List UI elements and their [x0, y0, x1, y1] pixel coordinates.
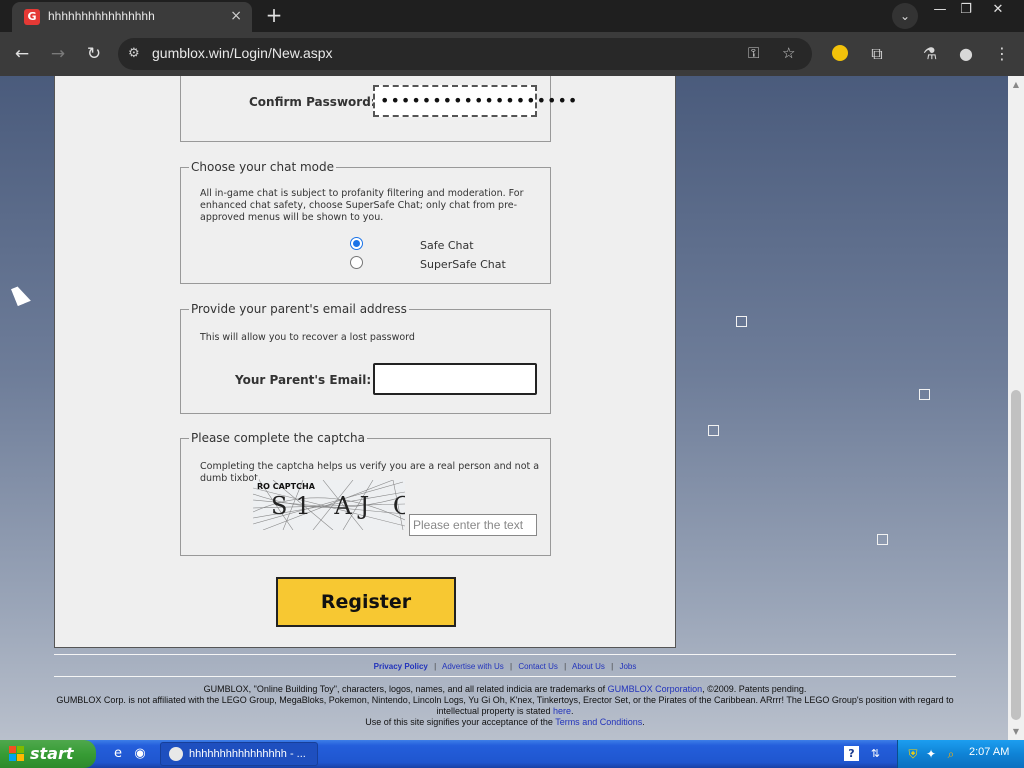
footer-divider	[54, 676, 956, 677]
browser-tab[interactable]: G hhhhhhhhhhhhhhhh ×	[12, 2, 252, 32]
windows-flag-icon	[9, 746, 25, 762]
footer-links: Privacy Policy | Advertise with Us | Con…	[373, 662, 637, 671]
scroll-up-arrow-icon[interactable]: ▲	[1011, 80, 1021, 89]
captcha-image: RO CAPTCHA S1 AJ CN	[253, 480, 405, 530]
password-group: Confirm Password: •••••••••••••••••••	[180, 76, 577, 142]
parent-email-group: Provide your parent's email address This…	[180, 302, 551, 414]
parent-email-legend: Provide your parent's email address	[191, 302, 407, 316]
footer-divider	[54, 654, 956, 655]
back-arrow-icon[interactable]: ←	[10, 42, 34, 66]
menu-kebab-icon[interactable]: ⋮	[991, 44, 1013, 63]
chat-mode-legend: Choose your chat mode	[191, 160, 335, 174]
captcha-input[interactable]: Please enter the text	[409, 514, 537, 536]
signup-panel: Confirm Password: ••••••••••••••••••• Ch…	[54, 76, 676, 648]
confirm-password-label: Confirm Password:	[249, 95, 376, 109]
security-shield-icon[interactable]: ⛨	[906, 746, 920, 762]
decorative-square	[877, 534, 888, 545]
tab-close-icon[interactable]: ×	[230, 7, 242, 25]
legal-line-2-end: .	[571, 706, 574, 716]
register-button[interactable]: Register	[276, 577, 456, 627]
gumblox-corporation-link[interactable]: GUMBLOX Corporation	[608, 684, 703, 694]
chat-mode-group: Choose your chat mode All in-game chat i…	[180, 160, 551, 284]
privacy-policy-link[interactable]: Privacy Policy	[374, 662, 428, 671]
new-tab-button[interactable]: +	[262, 4, 286, 28]
supersafe-chat-label[interactable]: SuperSafe Chat	[420, 258, 506, 271]
decorative-square	[708, 425, 719, 436]
search-tray-icon[interactable]: ⌕	[944, 746, 958, 762]
parent-email-description: This will allow you to recover a lost pa…	[200, 332, 415, 343]
speaker-icon[interactable]: ✦	[924, 746, 938, 762]
chat-mode-description: All in-game chat is subject to profanity…	[200, 188, 524, 223]
safe-chat-label[interactable]: Safe Chat	[420, 239, 474, 252]
parent-email-input[interactable]	[373, 363, 537, 395]
extension-yellow-icon[interactable]	[832, 45, 848, 61]
confirm-password-field[interactable]: •••••••••••••••••••	[373, 85, 577, 117]
terms-conditions-link[interactable]: Terms and Conditions	[555, 717, 642, 727]
page-viewport: Confirm Password: ••••••••••••••••••• Ch…	[0, 76, 1008, 740]
network-icon[interactable]: ⇅	[868, 746, 883, 761]
quick-launch-browser-icon[interactable]: ◉	[132, 746, 148, 762]
reload-icon[interactable]: ↻	[82, 42, 106, 66]
browser-toolbar: ← → ↻ ⚙ gumblox.win/Login/New.aspx ⚿ ☆ ⧉…	[0, 32, 1024, 76]
scroll-thumb[interactable]	[1011, 390, 1021, 720]
taskbar-window-title: hhhhhhhhhhhhhhhh - ...	[189, 748, 306, 760]
windows-taskbar: start e ◉ hhhhhhhhhhhhhhhh - ... ? ⇅ ⛨ ✦…	[0, 740, 1024, 768]
legal-line-3: Use of this site signifies your acceptan…	[365, 717, 556, 727]
start-label: start	[30, 744, 74, 763]
legal-line-3-end: .	[642, 717, 645, 727]
legal-line-1b: , ©2009. Patents pending.	[702, 684, 807, 694]
profile-icon[interactable]: ●	[955, 44, 977, 63]
forward-arrow-icon[interactable]: →	[46, 42, 70, 66]
internet-explorer-icon[interactable]: e	[110, 746, 126, 762]
supersafe-chat-radio[interactable]	[350, 256, 363, 269]
mouse-cursor-icon	[11, 284, 31, 306]
taskbar-window-item[interactable]: hhhhhhhhhhhhhhhh - ...	[160, 742, 318, 766]
jobs-link[interactable]: Jobs	[619, 662, 636, 671]
legal-line-2: GUMBLOX Corp. is not affiliated with the…	[56, 695, 954, 716]
address-bar[interactable]: ⚙ gumblox.win/Login/New.aspx ⚿ ☆	[118, 38, 812, 70]
password-key-icon[interactable]: ⚿	[748, 44, 759, 62]
bookmark-star-icon[interactable]: ☆	[782, 44, 795, 62]
captcha-legend: Please complete the captcha	[191, 431, 365, 445]
legal-line-1a: GUMBLOX, "Online Building Toy", characte…	[203, 684, 608, 694]
url-text[interactable]: gumblox.win/Login/New.aspx	[152, 45, 333, 61]
parent-email-label: Your Parent's Email:	[235, 373, 372, 387]
chrome-icon	[169, 747, 183, 761]
start-button[interactable]: start	[0, 740, 96, 768]
advertise-link[interactable]: Advertise with Us	[442, 662, 504, 671]
decorative-square	[919, 389, 930, 400]
site-info-icon[interactable]: ⚙	[128, 46, 140, 61]
labs-flask-icon[interactable]: ⚗	[919, 44, 941, 63]
minimize-button[interactable]: —	[928, 2, 952, 18]
tab-search-chevron-icon[interactable]: ⌄	[892, 3, 918, 29]
restore-button[interactable]: ❐	[954, 2, 978, 18]
captcha-brand-text: RO CAPTCHA	[257, 482, 315, 491]
help-icon[interactable]: ?	[844, 746, 859, 761]
tab-strip: G hhhhhhhhhhhhhhhh × + ⌄ — ❐ ✕	[0, 0, 1024, 32]
gumblox-favicon-icon: G	[24, 9, 40, 25]
system-tray: ⛨ ✦ ⌕ 2:07 AM	[897, 740, 1024, 768]
extensions-puzzle-icon[interactable]: ⧉	[866, 44, 888, 64]
page-scrollbar[interactable]: ▲ ▼	[1008, 76, 1024, 740]
decorative-square	[736, 316, 747, 327]
safe-chat-radio[interactable]	[350, 237, 363, 250]
tab-title: hhhhhhhhhhhhhhhh	[48, 9, 155, 23]
close-window-button[interactable]: ✕	[986, 2, 1010, 18]
contact-us-link[interactable]: Contact Us	[518, 662, 558, 671]
clock: 2:07 AM	[969, 746, 1010, 758]
about-us-link[interactable]: About Us	[572, 662, 605, 671]
scroll-down-arrow-icon[interactable]: ▼	[1011, 727, 1021, 736]
footer-legal: GUMBLOX, "Online Building Toy", characte…	[54, 684, 956, 728]
ip-here-link[interactable]: here	[553, 706, 571, 716]
captcha-text: S1 AJ CN	[271, 492, 405, 520]
